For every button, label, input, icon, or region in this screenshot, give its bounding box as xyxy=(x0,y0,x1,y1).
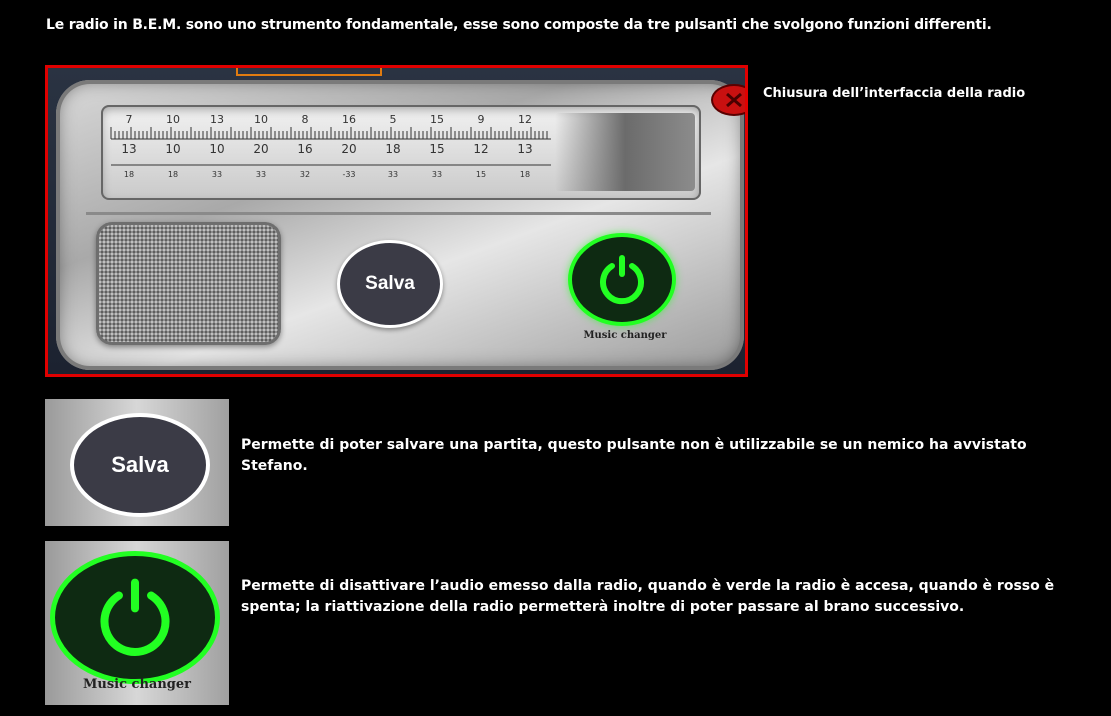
dial-top-label: 10 xyxy=(166,113,180,126)
save-description: Permette di poter salvare una partita, q… xyxy=(241,437,1027,474)
dial-mid-label: 10 xyxy=(209,142,224,156)
dial-mid-label: 20 xyxy=(341,142,356,156)
power-icon-large xyxy=(100,578,170,656)
dial-mid-label: 18 xyxy=(385,142,400,156)
radio-divider xyxy=(86,212,711,215)
dial-mid-label: 10 xyxy=(165,142,180,156)
music-changer-label: Music changer xyxy=(583,330,667,341)
power-description: Permette di disattivare l’audio emesso d… xyxy=(241,578,1055,615)
dial-low-label: 18 xyxy=(168,170,178,179)
intro-text: Le radio in B.E.M. sono uno strumento fo… xyxy=(46,17,992,33)
dial-low-label: 33 xyxy=(212,170,222,179)
dial-mid-label: 12 xyxy=(473,142,488,156)
dial-low-label: 32 xyxy=(300,170,310,179)
dial-top-label: 10 xyxy=(254,113,268,126)
dial-top-label: 9 xyxy=(478,113,485,126)
music-changer-closeup: Music changer xyxy=(45,541,229,705)
radio-body: 7 10 13 10 8 16 5 15 9 12 13 10 10 20 16 20 18 15 12 13 18 18… xyxy=(56,80,745,370)
dial-top-label: 12 xyxy=(518,113,532,126)
music-changer-button[interactable] xyxy=(568,233,676,326)
dial-top-label: 5 xyxy=(390,113,397,126)
dial-low-label: 33 xyxy=(388,170,398,179)
radio-dial: 7 10 13 10 8 16 5 15 9 12 13 10 10 20 16 20 18 15 12 13 18 18… xyxy=(101,105,701,200)
dial-top-label: 7 xyxy=(126,113,133,126)
dial-low-label: 33 xyxy=(256,170,266,179)
speaker-grille xyxy=(96,222,281,345)
dial-mid-label: 13 xyxy=(517,142,532,156)
save-button[interactable]: Salva xyxy=(337,240,443,328)
music-changer-large xyxy=(50,551,220,684)
dial-top-label: 13 xyxy=(210,113,224,126)
dial-low-label: 18 xyxy=(520,170,530,179)
close-button[interactable] xyxy=(711,84,745,116)
dial-mid-label: 13 xyxy=(121,142,136,156)
dial-low-label: 15 xyxy=(476,170,486,179)
dial-scale: 7 10 13 10 8 16 5 15 9 12 13 10 10 20 16 20 18 15 12 13 18 18… xyxy=(110,113,551,179)
music-changer-large-label: Music changer xyxy=(83,677,191,692)
dial-mid-label: 16 xyxy=(297,142,312,156)
dial-top-label: 8 xyxy=(302,113,309,126)
dial-top-label: 16 xyxy=(342,113,356,126)
dial-low-label: 18 xyxy=(124,170,134,179)
save-button-closeup: Salva xyxy=(45,399,229,526)
dial-low-label: -33 xyxy=(342,170,355,179)
dial-top-label: 15 xyxy=(430,113,444,126)
power-icon xyxy=(600,254,644,304)
dial-mid-label: 15 xyxy=(429,142,444,156)
top-ornament xyxy=(236,68,382,76)
radio-screenshot: 7 10 13 10 8 16 5 15 9 12 13 10 10 20 16 20 18 15 12 13 18 18… xyxy=(45,65,748,377)
close-caption: Chiusura dell’interfaccia della radio xyxy=(763,86,1026,101)
dial-low-label: 33 xyxy=(432,170,442,179)
dial-mid-label: 20 xyxy=(253,142,268,156)
save-button-large: Salva xyxy=(70,413,210,517)
close-icon xyxy=(726,92,742,108)
